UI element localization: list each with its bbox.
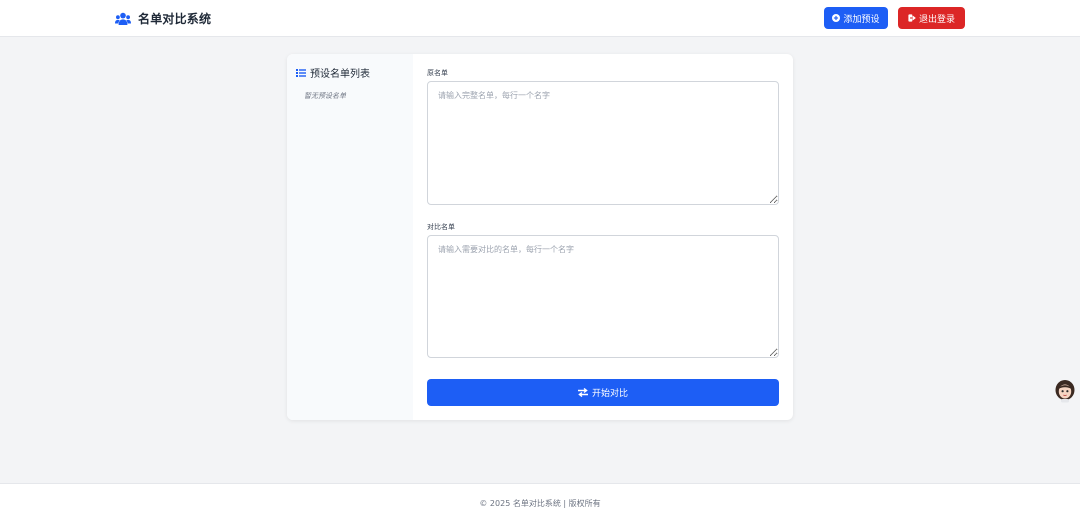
add-preset-label: 添加预设	[843, 14, 880, 25]
start-compare-button[interactable]: 开始对比	[427, 379, 779, 406]
compare-list-label: 对比名单	[427, 223, 455, 231]
copyright-text: © 2025 名单对比系统 | 版权所有	[479, 498, 601, 508]
original-list-input[interactable]	[427, 81, 779, 205]
start-compare-label: 开始对比	[591, 389, 628, 399]
sidebar-header: 预设名单列表	[296, 65, 370, 80]
assistant-avatar-icon	[1055, 380, 1075, 403]
original-list-label: 原名单	[427, 69, 448, 77]
logout-button[interactable]: 退出登录	[898, 7, 965, 29]
logout-label: 退出登录	[918, 14, 955, 25]
app-title: 名单对比系统	[138, 12, 212, 26]
footer: © 2025 名单对比系统 | 版权所有	[0, 483, 1080, 522]
preset-sidebar: 预设名单列表 暂无预设名单	[287, 54, 413, 420]
list-icon	[296, 68, 306, 77]
brand[interactable]: 名单对比系统	[115, 10, 211, 27]
empty-preset-text: 暂无预设名单	[304, 92, 346, 100]
exchange-icon	[577, 388, 588, 397]
sidebar-title: 预设名单列表	[310, 69, 370, 80]
compare-card: 预设名单列表 暂无预设名单 原名单 对比名单 开始对比	[287, 54, 793, 420]
plus-circle-icon	[832, 14, 841, 22]
users-icon	[115, 12, 131, 25]
add-preset-button[interactable]: 添加预设	[824, 7, 888, 29]
assistant-avatar-button[interactable]	[1054, 379, 1076, 403]
navbar: 名单对比系统 添加预设 退出登录	[0, 0, 1080, 37]
sign-out-icon	[908, 14, 916, 22]
compare-list-input[interactable]	[427, 235, 779, 358]
